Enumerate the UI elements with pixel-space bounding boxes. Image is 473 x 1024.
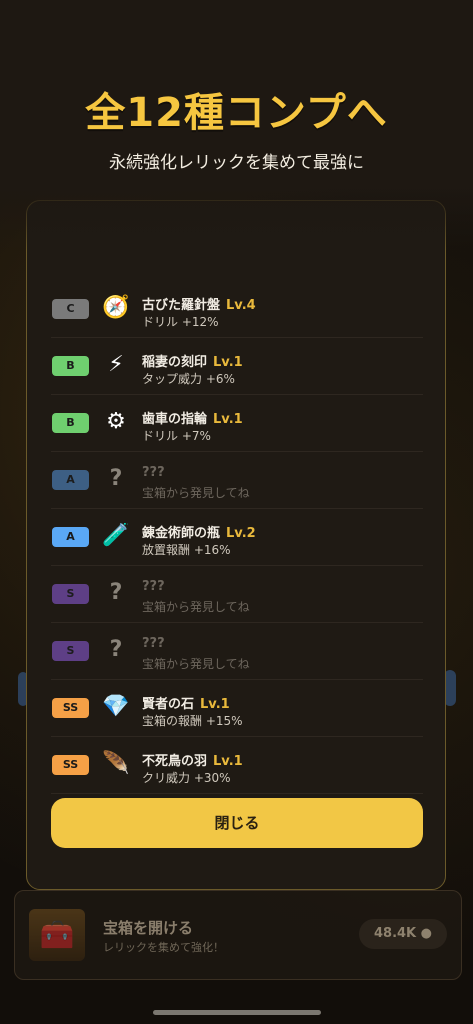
relic-name: ??? bbox=[142, 579, 165, 594]
relic-name-text: 古びた羅針盤 bbox=[142, 298, 221, 313]
relic-name-text: ??? bbox=[142, 636, 165, 651]
relic-row[interactable]: SS 💎 賢者の石 Lv.1 宝箱の報酬 +15% bbox=[51, 680, 423, 737]
open-chest-title: 宝箱を開ける bbox=[103, 919, 194, 937]
relic-name-text: 錬金術師の瓶 bbox=[142, 526, 221, 541]
relic-level: Lv.1 bbox=[213, 355, 243, 370]
relic-name: ??? bbox=[142, 636, 165, 651]
relic-level: Lv.1 bbox=[213, 754, 243, 769]
lightning-icon: ⚡ bbox=[108, 351, 124, 377]
relic-level: Lv.1 bbox=[200, 697, 230, 712]
rank-badge: A bbox=[52, 470, 89, 490]
relic-row[interactable]: B ⚡ 稲妻の刻印 Lv.1 タップ威力 +6% bbox=[51, 338, 423, 395]
rank-badge: SS bbox=[52, 755, 89, 775]
open-chest-price-button: 48.4K ● bbox=[359, 919, 447, 949]
relic-name-text: 歯車の指輪 bbox=[142, 412, 208, 427]
relic-row[interactable]: S???? 宝箱から発見してね bbox=[51, 566, 423, 623]
relic-effect: 宝箱から発見してね bbox=[142, 600, 250, 614]
relic-name-text: ??? bbox=[142, 579, 165, 594]
relic-level: Lv.2 bbox=[226, 526, 256, 541]
rank-badge: B bbox=[52, 356, 89, 376]
relic-effect: 宝箱から発見してね bbox=[142, 657, 250, 671]
promo-title: 全12種コンプへ bbox=[85, 90, 388, 136]
relic-row[interactable]: A 🧪 錬金術師の瓶 Lv.2 放置報酬 +16% bbox=[51, 509, 423, 566]
question-icon: ? bbox=[109, 636, 123, 662]
compass-icon: 🧭 bbox=[102, 294, 130, 320]
gem-icon: 💎 bbox=[102, 693, 130, 719]
gear-icon: ⚙ bbox=[106, 408, 126, 434]
relic-row[interactable]: A???? 宝箱から発見してね bbox=[51, 452, 423, 509]
relic-row[interactable]: C 🧭 古びた羅針盤 Lv.4 ドリル +12% bbox=[51, 281, 423, 338]
relic-name-text: 不死鳥の羽 bbox=[142, 754, 208, 769]
relic-effect: 宝箱から発見してね bbox=[142, 486, 250, 500]
potion-flask-icon: 🧪 bbox=[102, 522, 130, 548]
question-icon: ? bbox=[109, 579, 123, 605]
promo-subtitle: 永続強化レリックを集めて最強に bbox=[109, 153, 364, 173]
relic-name: ??? bbox=[142, 465, 165, 480]
relic-effect: ドリル +12% bbox=[142, 315, 219, 329]
promo-banner: 全12種コンプへ 永続強化レリックを集めて最強に bbox=[0, 0, 473, 250]
price-value: 48.4K bbox=[373, 926, 417, 941]
rank-badge: S bbox=[52, 641, 89, 661]
relic-name: 古びた羅針盤 Lv.4 bbox=[142, 294, 256, 313]
feather-icon: 🪶 bbox=[102, 750, 130, 776]
close-button[interactable]: 閉じる bbox=[51, 798, 423, 848]
relic-name-text: 賢者の石 bbox=[142, 697, 195, 712]
relic-level: Lv.1 bbox=[213, 412, 243, 427]
relic-collection-modal: C 🧭 古びた羅針盤 Lv.4 ドリル +12% B ⚡ 稲妻の刻印 Lv.1 タップ威力 +6%… bbox=[26, 200, 446, 890]
relic-name: 不死鳥の羽 Lv.1 bbox=[142, 750, 243, 769]
relic-effect: クリ威力 +30% bbox=[142, 771, 231, 785]
relic-row[interactable]: B ⚙ 歯車の指輪 Lv.1 ドリル +7% bbox=[51, 395, 423, 452]
relic-row[interactable]: SS 🪶 不死鳥の羽 Lv.1 クリ威力 +30% bbox=[51, 737, 423, 794]
relic-effect: 放置報酬 +16% bbox=[142, 543, 231, 557]
rank-badge: SS bbox=[52, 698, 89, 718]
relic-name-text: ??? bbox=[142, 465, 165, 480]
rank-badge: C bbox=[52, 299, 89, 319]
relic-effect: 宝箱の報酬 +15% bbox=[142, 714, 243, 728]
open-chest-panel: 🧰 宝箱を開ける レリックを集めて強化！ 48.4K ● bbox=[14, 890, 462, 980]
rank-badge: A bbox=[52, 527, 89, 547]
relic-name: 歯車の指輪 Lv.1 bbox=[142, 408, 243, 427]
rank-badge: B bbox=[52, 413, 89, 433]
rank-badge: S bbox=[52, 584, 89, 604]
relic-row[interactable]: S???? 宝箱から発見してね bbox=[51, 623, 423, 680]
home-indicator[interactable] bbox=[153, 1010, 321, 1015]
relic-name-text: 稲妻の刻印 bbox=[142, 355, 208, 370]
relic-effect: タップ威力 +6% bbox=[142, 372, 235, 386]
open-chest-subtitle: レリックを集めて強化！ bbox=[103, 941, 224, 954]
relic-name: 錬金術師の瓶 Lv.2 bbox=[142, 522, 256, 541]
question-icon: ? bbox=[109, 465, 123, 491]
relic-name: 賢者の石 Lv.1 bbox=[142, 693, 230, 712]
treasure-chest-icon: 🧰 bbox=[29, 909, 85, 961]
relic-level: Lv.4 bbox=[226, 298, 256, 313]
relic-effect: ドリル +7% bbox=[142, 429, 211, 443]
coin-icon: ● bbox=[420, 926, 433, 941]
relic-name: 稲妻の刻印 Lv.1 bbox=[142, 351, 243, 370]
